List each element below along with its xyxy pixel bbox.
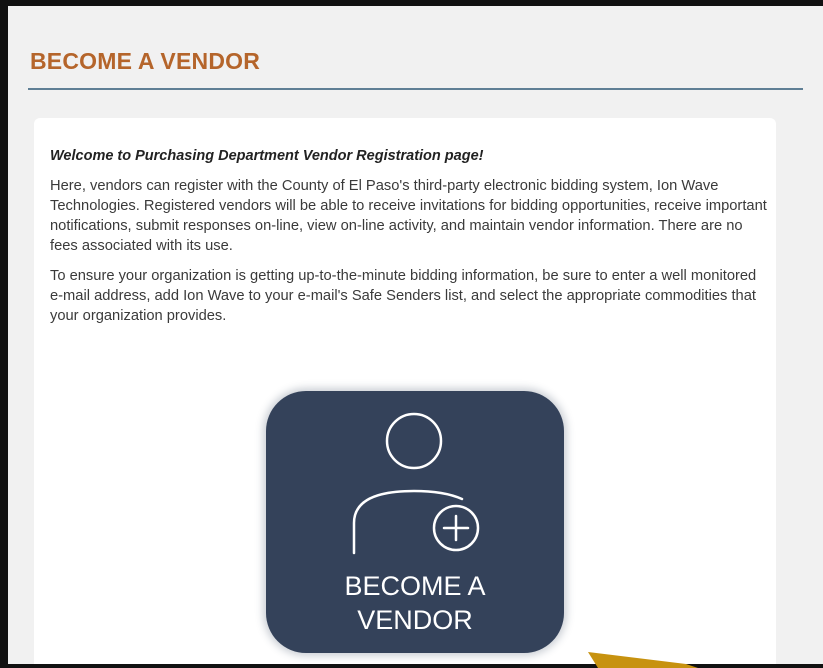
page-frame: BECOME A VENDOR Welcome to Purchasing De… [0,0,823,668]
welcome-heading: Welcome to Purchasing Department Vendor … [50,148,484,164]
become-vendor-button[interactable]: BECOME A VENDOR [266,391,564,653]
pointer-arrow-icon [588,652,698,668]
content-card: Welcome to Purchasing Department Vendor … [34,118,776,664]
intro-paragraph: Here, vendors can register with the Coun… [50,178,767,254]
button-label-line-1: BECOME A [344,571,486,601]
title-divider [28,88,803,90]
user-add-icon [352,412,480,555]
page-title: BECOME A VENDOR [30,48,261,74]
button-label-line-2: VENDOR [357,605,473,635]
instructions-paragraph: To ensure your organization is getting u… [50,268,757,324]
